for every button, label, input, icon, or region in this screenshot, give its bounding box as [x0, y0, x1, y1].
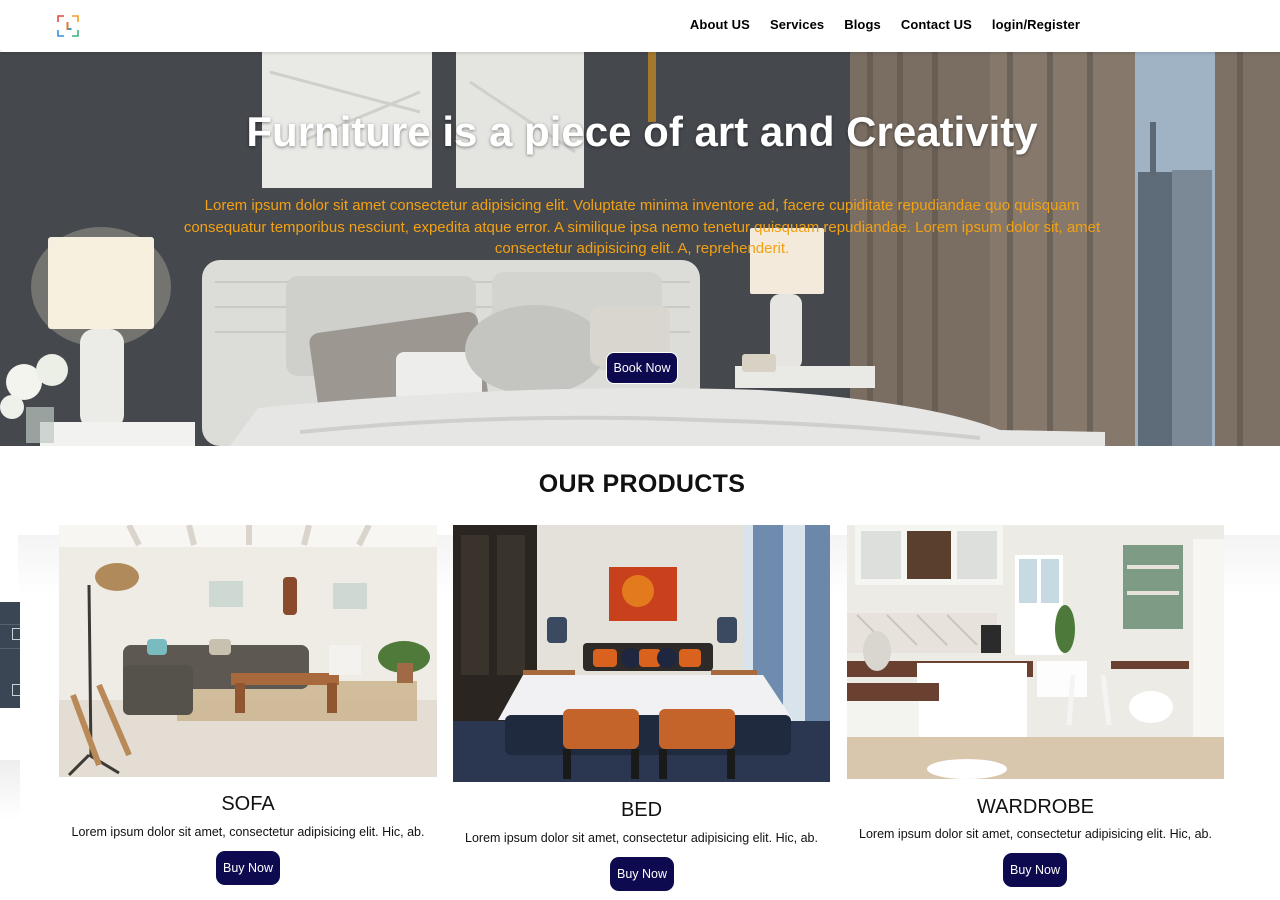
top-navbar: About US Services Blogs Contact US login… — [0, 0, 1280, 52]
product-description: Lorem ipsum dolor sit amet, consectetur … — [859, 827, 1212, 841]
nav-link-contact-us[interactable]: Contact US — [901, 17, 972, 32]
product-card-sofa: SOFA Lorem ipsum dolor sit amet, consect… — [59, 525, 437, 890]
nav-link-services[interactable]: Services — [770, 17, 824, 32]
nav-links: About US Services Blogs Contact US login… — [690, 17, 1080, 32]
product-name: WARDROBE — [976, 796, 1095, 818]
left-edge-shadow — [0, 760, 20, 820]
product-name: SOFA — [221, 793, 275, 815]
nav-link-login-register[interactable]: login/Register — [992, 17, 1080, 32]
products-section-title: OUR PRODUCTS — [538, 470, 746, 498]
product-card-bed: BED Lorem ipsum dolor sit amet, consecte… — [453, 525, 830, 895]
side-widget-icon — [12, 684, 20, 696]
kitchen-wardrobe-photo[interactable] — [847, 525, 1224, 779]
buy-now-button[interactable]: Buy Now — [216, 851, 280, 885]
hero-title: Furniture is a piece of art and Creativi… — [246, 108, 1038, 155]
hero-banner: Furniture is a piece of art and Creativi… — [0, 52, 1280, 446]
bedroom-bed-photo[interactable] — [453, 525, 830, 782]
product-name: BED — [620, 799, 663, 821]
side-widget-icon — [12, 628, 20, 640]
brand-logo-icon[interactable] — [56, 14, 80, 38]
buy-now-button[interactable]: Buy Now — [1003, 853, 1067, 887]
buy-now-button[interactable]: Buy Now — [610, 857, 674, 891]
nav-link-about-us[interactable]: About US — [690, 17, 750, 32]
product-description: Lorem ipsum dolor sit amet, consectetur … — [465, 831, 818, 845]
book-now-button[interactable]: Book Now — [606, 352, 678, 384]
product-description: Lorem ipsum dolor sit amet, consectetur … — [71, 825, 425, 839]
product-card-wardrobe: WARDROBE Lorem ipsum dolor sit amet, con… — [847, 525, 1224, 890]
living-room-sofa-photo[interactable] — [59, 525, 437, 777]
nav-link-blogs[interactable]: Blogs — [844, 17, 881, 32]
hero-description: Lorem ipsum dolor sit amet consectetur a… — [183, 197, 1101, 257]
side-widget-tab[interactable] — [0, 602, 20, 708]
